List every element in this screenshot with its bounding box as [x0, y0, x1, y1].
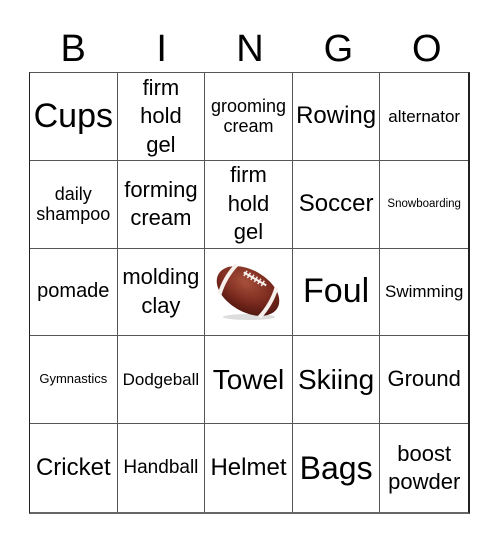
- bingo-cell[interactable]: firm hold gel: [117, 73, 206, 161]
- bingo-cell[interactable]: daily shampoo: [30, 160, 118, 249]
- free-space-cell[interactable]: [205, 248, 293, 337]
- header-letter-o: O: [412, 28, 442, 70]
- bingo-cell[interactable]: molding clay: [117, 248, 206, 337]
- bingo-cell[interactable]: boost powder: [380, 424, 468, 512]
- american-football-icon: [217, 263, 280, 320]
- bingo-cell[interactable]: forming cream: [117, 160, 206, 249]
- bingo-header: B I N G O: [29, 26, 471, 72]
- bingo-cell[interactable]: Foul: [292, 248, 381, 337]
- header-letter-n: N: [236, 28, 264, 70]
- bingo-cell[interactable]: alternator: [380, 73, 468, 161]
- bingo-board: Cups firm hold gel grooming cream Rowing…: [29, 72, 470, 514]
- header-letter-i: I: [156, 28, 167, 70]
- header-letter-b: B: [60, 28, 86, 70]
- bingo-cell[interactable]: Rowing: [292, 73, 381, 161]
- bingo-cell[interactable]: firm hold gel: [205, 160, 293, 249]
- bingo-cell[interactable]: Cups: [30, 73, 118, 161]
- bingo-cell[interactable]: Cricket: [30, 424, 118, 512]
- bingo-cell[interactable]: grooming cream: [205, 73, 293, 161]
- bingo-cell[interactable]: Bags: [293, 424, 381, 512]
- header-letter-g: G: [323, 28, 354, 70]
- bingo-cell[interactable]: Towel: [205, 336, 293, 425]
- bingo-cell[interactable]: Skiing: [292, 336, 381, 425]
- bingo-cell[interactable]: Snowboarding: [380, 161, 468, 249]
- bingo-cell[interactable]: Dodgeball: [117, 336, 206, 425]
- bingo-cell[interactable]: Soccer: [292, 160, 381, 249]
- bingo-cell[interactable]: Gymnastics: [30, 336, 118, 425]
- bingo-cell[interactable]: pomade: [30, 248, 118, 337]
- bingo-cell[interactable]: Helmet: [205, 424, 293, 512]
- bingo-cell[interactable]: Ground: [380, 336, 468, 425]
- bingo-cell[interactable]: Handball: [118, 424, 206, 512]
- bingo-cell[interactable]: Swimming: [380, 249, 468, 337]
